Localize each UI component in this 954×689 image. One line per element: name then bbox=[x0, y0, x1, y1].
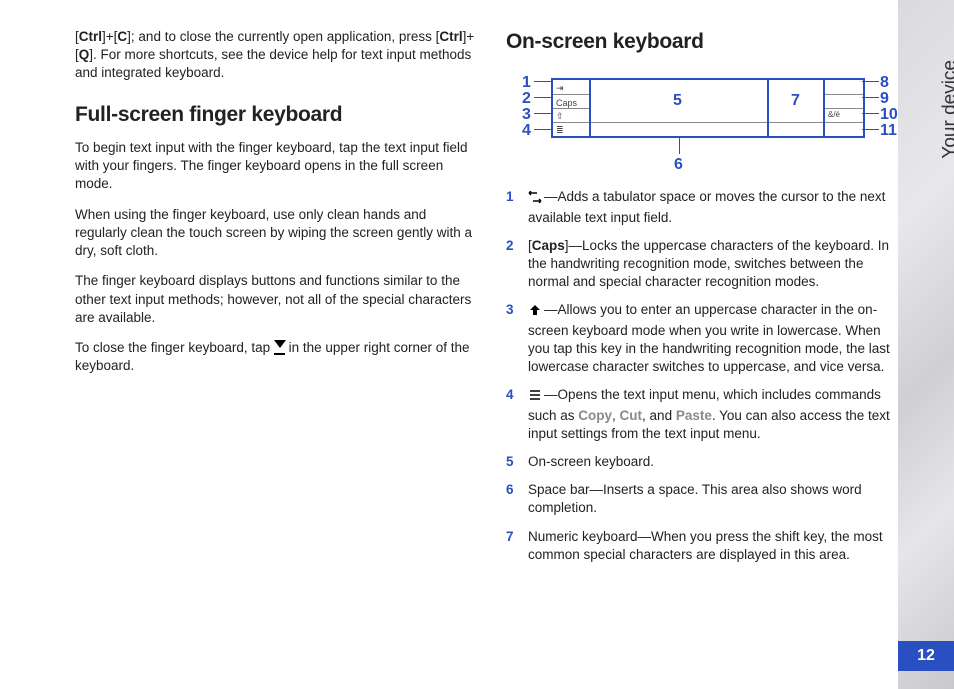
legend-text: On-screen keyboard. bbox=[528, 453, 906, 471]
legend-text: —Allows you to enter an uppercase charac… bbox=[528, 301, 906, 376]
legend-text: —Opens the text input menu, which includ… bbox=[528, 386, 906, 443]
keyboard-diagram: ⇥ Caps ⇧ ≣ 5 7 &/é bbox=[506, 66, 906, 176]
menu-icon bbox=[528, 388, 542, 406]
section-tab: Your device bbox=[938, 60, 954, 159]
key-ctrl: Ctrl bbox=[79, 29, 102, 44]
tab-key-icon: ⇥ bbox=[556, 82, 564, 94]
intro-text-2: . For more shortcuts, see the device hel… bbox=[75, 47, 471, 80]
legend-text: —Adds a tabulator space or moves the cur… bbox=[528, 188, 906, 226]
keyboard-frame: ⇥ Caps ⇧ ≣ 5 7 &/é bbox=[551, 78, 865, 138]
right-column: On-screen keyboard ⇥ Caps ⇧ ≣ 5 bbox=[506, 28, 906, 574]
legend-item-7: 7 Numeric keyboard—When you press the sh… bbox=[506, 528, 906, 564]
page: [Ctrl]+[C]; and to close the currently o… bbox=[0, 0, 954, 689]
legend-text: Numeric keyboard—When you press the shif… bbox=[528, 528, 906, 564]
intro-paragraph: [Ctrl]+[C]; and to close the currently o… bbox=[75, 28, 475, 83]
legend-item-2: 2 [Caps]—Locks the uppercase characters … bbox=[506, 237, 906, 292]
page-number: 12 bbox=[898, 641, 954, 671]
paste-label: Paste bbox=[676, 408, 712, 423]
finger-p2: When using the finger keyboard, use only… bbox=[75, 206, 475, 261]
left-column: [Ctrl]+[C]; and to close the currently o… bbox=[75, 28, 475, 387]
legend-item-6: 6 Space bar—Inserts a space. This area a… bbox=[506, 481, 906, 517]
finger-p1: To begin text input with the finger keyb… bbox=[75, 139, 475, 194]
tab-icon bbox=[528, 190, 542, 208]
shift-icon bbox=[528, 303, 542, 321]
legend-text: Space bar—Inserts a space. This area als… bbox=[528, 481, 906, 517]
legend-num: 1 bbox=[506, 188, 528, 226]
finger-p4: To close the finger keyboard, tap in the… bbox=[75, 339, 475, 375]
cut-label: Cut bbox=[620, 408, 643, 423]
kb-main-keys: 5 bbox=[591, 80, 769, 136]
legend-item-3: 3 —Allows you to enter an uppercase char… bbox=[506, 301, 906, 376]
intro-text-1: ; and to close the currently open applic… bbox=[131, 29, 436, 44]
alt-key-label: &/é bbox=[828, 110, 840, 121]
callout-6: 6 bbox=[674, 154, 683, 176]
close-keyboard-icon bbox=[274, 342, 285, 355]
legend-num: 2 bbox=[506, 237, 528, 292]
finger-p3: The finger keyboard displays buttons and… bbox=[75, 272, 475, 327]
key-ctrl-2: Ctrl bbox=[439, 29, 462, 44]
kb-numeric-keys: 7 bbox=[769, 80, 825, 136]
kb-right-keys: &/é bbox=[825, 80, 863, 136]
caps-key-label: Caps bbox=[556, 97, 577, 109]
finger-p4a: To close the finger keyboard, tap bbox=[75, 340, 274, 355]
legend-num: 4 bbox=[506, 386, 528, 443]
callout-7: 7 bbox=[791, 90, 800, 112]
menu-key-icon: ≣ bbox=[556, 124, 564, 136]
heading-onscreen-keyboard: On-screen keyboard bbox=[506, 28, 906, 56]
key-c: C bbox=[117, 29, 127, 44]
legend-text: [Caps]—Locks the uppercase characters of… bbox=[528, 237, 906, 292]
legend-num: 5 bbox=[506, 453, 528, 471]
callout-4: 4 bbox=[522, 120, 531, 142]
copy-label: Copy bbox=[578, 408, 612, 423]
legend-item-1: 1 —Adds a tabulator space or moves the c… bbox=[506, 188, 906, 226]
legend-item-4: 4 —Opens the text input menu, which incl… bbox=[506, 386, 906, 443]
shift-key-icon: ⇧ bbox=[556, 110, 564, 122]
legend-item-5: 5 On-screen keyboard. bbox=[506, 453, 906, 471]
callout-11: 11 bbox=[880, 120, 897, 142]
caps-label: Caps bbox=[532, 238, 565, 253]
heading-finger-keyboard: Full-screen finger keyboard bbox=[75, 101, 475, 129]
kb-left-keys: ⇥ Caps ⇧ ≣ bbox=[553, 80, 591, 136]
legend-num: 3 bbox=[506, 301, 528, 376]
legend-num: 6 bbox=[506, 481, 528, 517]
legend-num: 7 bbox=[506, 528, 528, 564]
legend-list: 1 —Adds a tabulator space or moves the c… bbox=[506, 188, 906, 564]
callout-5: 5 bbox=[673, 90, 682, 112]
key-q: Q bbox=[79, 47, 90, 62]
